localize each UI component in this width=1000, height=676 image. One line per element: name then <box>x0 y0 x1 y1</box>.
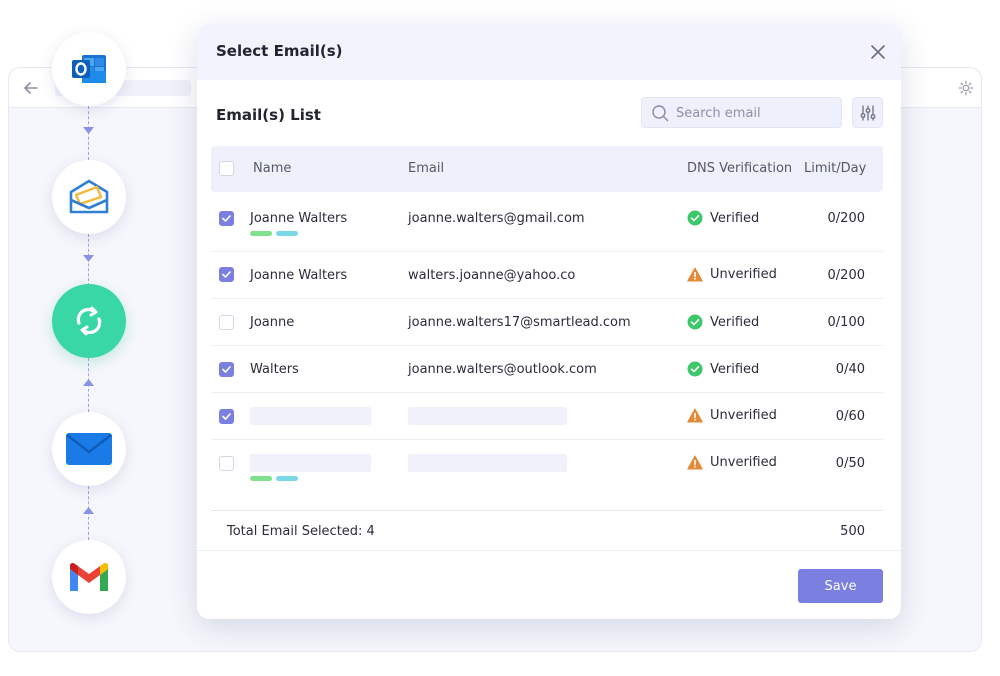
header-limit-day: Limit/Day <box>804 161 867 176</box>
header-email: Email <box>408 161 445 176</box>
row-checkbox[interactable] <box>219 315 234 330</box>
row-status: Verified <box>687 314 759 330</box>
zoho-mail-icon <box>52 160 126 234</box>
row-email: joanne.walters17@smartlead.com <box>408 315 631 330</box>
row-checkbox[interactable] <box>219 267 234 282</box>
sliders-icon <box>860 104 875 121</box>
modal-footer: Save <box>197 550 901 619</box>
row-status-label: Verified <box>710 210 760 226</box>
row-status: Verified <box>687 210 759 226</box>
select-all-checkbox[interactable] <box>219 161 234 176</box>
email-table: Name Email DNS Verification Limit/Day Jo… <box>211 146 883 510</box>
row-status: Unverified <box>687 267 777 282</box>
search-input[interactable] <box>676 103 836 123</box>
row-limit: 0/200 <box>827 268 865 283</box>
warning-icon <box>687 455 703 470</box>
row-status: Verified <box>687 361 759 377</box>
row-status-label: Verified <box>710 314 760 330</box>
name-placeholder <box>250 454 371 472</box>
row-name: Joanne Walters <box>250 211 348 226</box>
email-placeholder <box>408 454 567 472</box>
check-circle-icon <box>687 361 703 377</box>
email-placeholder <box>408 407 567 425</box>
arrow-up-icon <box>83 379 94 386</box>
close-icon[interactable] <box>869 43 887 61</box>
row-limit: 0/200 <box>827 211 865 226</box>
name-placeholder <box>250 407 371 425</box>
row-name: Joanne Walters <box>250 268 348 283</box>
modal-title: Select Email(s) <box>216 42 343 60</box>
gmail-icon <box>52 540 126 614</box>
table-row[interactable]: Joanne joanne.walters17@smartlead.com Ve… <box>211 299 883 346</box>
outlook-icon <box>52 32 126 106</box>
check-circle-icon <box>687 210 703 226</box>
header-dns-verification: DNS Verification <box>687 161 793 176</box>
table-row[interactable]: Unverified 0/60 <box>211 393 883 440</box>
row-checkbox[interactable] <box>219 409 234 424</box>
warning-icon <box>687 408 703 423</box>
row-name: Joanne <box>250 315 295 330</box>
row-status-label: Verified <box>710 361 760 377</box>
search-icon <box>652 105 669 122</box>
row-name: Walters <box>250 362 299 377</box>
row-checkbox[interactable] <box>219 362 234 377</box>
header-name: Name <box>253 161 292 176</box>
row-status: Unverified <box>687 408 777 423</box>
sync-icon <box>52 284 126 358</box>
row-limit: 0/50 <box>835 456 865 471</box>
check-circle-icon <box>687 314 703 330</box>
arrow-up-icon <box>83 507 94 514</box>
row-tags <box>250 231 298 236</box>
tag-cyan <box>276 231 298 236</box>
email-list-title: Email(s) List <box>216 106 321 124</box>
table-row[interactable]: Joanne Walters joanne.walters@gmail.com … <box>211 192 883 252</box>
table-header: Name Email DNS Verification Limit/Day <box>211 146 883 192</box>
table-row[interactable]: Walters joanne.walters@outlook.com Verif… <box>211 346 883 393</box>
row-status-label: Unverified <box>710 267 777 282</box>
tag-cyan <box>276 476 298 481</box>
select-email-modal: Select Email(s) Email(s) List Name Email… <box>197 24 901 619</box>
mail-icon <box>52 412 126 486</box>
row-email: walters.joanne@yahoo.co <box>408 268 576 283</box>
row-status-label: Unverified <box>710 455 777 470</box>
row-checkbox[interactable] <box>219 456 234 471</box>
arrow-down-icon <box>83 255 94 262</box>
gear-icon[interactable] <box>957 79 975 97</box>
total-selected-label: Total Email Selected: 4 <box>227 524 375 539</box>
back-arrow-icon[interactable] <box>21 78 41 98</box>
total-limit-value: 500 <box>840 524 865 539</box>
arrow-down-icon <box>83 127 94 134</box>
filter-button[interactable] <box>852 97 883 128</box>
save-button[interactable]: Save <box>798 569 883 603</box>
search-box <box>641 97 842 128</box>
table-row[interactable]: Joanne Walters walters.joanne@yahoo.co U… <box>211 252 883 299</box>
row-email: joanne.walters@gmail.com <box>408 211 585 226</box>
row-tags <box>250 476 298 481</box>
row-status-label: Unverified <box>710 408 777 423</box>
row-limit: 0/100 <box>827 315 865 330</box>
table-row[interactable]: Unverified 0/50 <box>211 440 883 510</box>
row-limit: 0/40 <box>835 362 865 377</box>
tag-green <box>250 231 272 236</box>
tag-green <box>250 476 272 481</box>
row-limit: 0/60 <box>835 409 865 424</box>
row-email: joanne.walters@outlook.com <box>408 362 597 377</box>
warning-icon <box>687 267 703 282</box>
row-checkbox[interactable] <box>219 211 234 226</box>
row-status: Unverified <box>687 455 777 470</box>
total-summary: Total Email Selected: 4 500 <box>211 510 883 550</box>
modal-header: Select Email(s) <box>197 24 901 80</box>
